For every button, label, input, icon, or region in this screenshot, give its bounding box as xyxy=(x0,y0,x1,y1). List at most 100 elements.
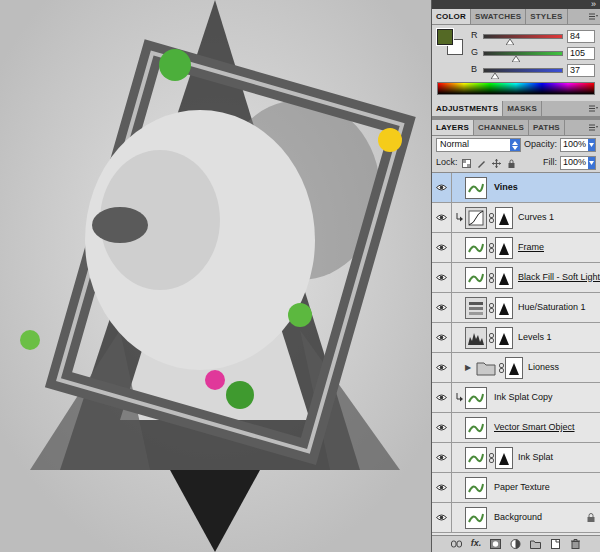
foreground-swatch[interactable] xyxy=(437,29,453,45)
layer-content: ▶ Lioness xyxy=(452,353,600,382)
down-arrow-icon xyxy=(589,143,594,147)
visibility-toggle[interactable] xyxy=(432,353,452,382)
tab-row: ADJUSTMENTSMASKS xyxy=(432,101,600,117)
panel-tab[interactable]: STYLES xyxy=(526,9,567,24)
visibility-toggle[interactable] xyxy=(432,233,452,262)
panel-menu-button[interactable] xyxy=(586,120,600,135)
layer-row[interactable]: Black Fill - Soft Light xyxy=(432,263,600,293)
visibility-toggle[interactable] xyxy=(432,263,452,292)
collapse-button[interactable]: » xyxy=(591,0,596,9)
add-mask-button[interactable] xyxy=(490,539,501,549)
channel-value-field[interactable]: 37 xyxy=(567,64,595,77)
slider-knob[interactable] xyxy=(506,39,514,45)
eye-icon xyxy=(436,454,447,461)
add-mask-icon xyxy=(490,539,501,549)
layer-mask xyxy=(489,237,513,259)
panel-tab[interactable]: CHANNELS xyxy=(474,120,529,135)
layer-row[interactable]: Ink Splat xyxy=(432,443,600,473)
panel-tab[interactable]: MASKS xyxy=(503,101,542,116)
visibility-toggle[interactable] xyxy=(432,443,452,472)
link-layers-button[interactable] xyxy=(451,539,462,549)
layer-name[interactable]: Ink Splat Copy xyxy=(494,391,553,405)
mask-thumbnail-icon xyxy=(495,267,513,289)
new-group-button[interactable] xyxy=(530,539,541,549)
layer-row[interactable]: Vector Smart Object xyxy=(432,413,600,443)
layer-name[interactable]: Background xyxy=(494,511,542,525)
visibility-toggle[interactable] xyxy=(432,383,452,412)
color-slider-row: R84 xyxy=(471,29,595,43)
lock-button[interactable] xyxy=(506,157,518,169)
opacity-field[interactable]: 100% xyxy=(560,138,596,152)
delete-layer-button[interactable] xyxy=(570,539,581,549)
layer-row[interactable]: Ink Splat Copy xyxy=(432,383,600,413)
layer-name[interactable]: Hue/Saturation 1 xyxy=(518,301,583,315)
layer-name[interactable]: Black Fill - Soft Light xyxy=(518,271,583,285)
layer-name[interactable]: Frame xyxy=(518,241,544,255)
panel-menu-button[interactable] xyxy=(586,9,600,24)
channel-value-field[interactable]: 105 xyxy=(567,47,595,60)
layer-name[interactable]: Lioness xyxy=(528,361,559,375)
color-slider-row: G105 xyxy=(471,46,595,60)
blend-mode-dropdown[interactable]: Normal xyxy=(436,138,521,152)
layer-thumbnail xyxy=(465,327,487,349)
channel-value-field[interactable]: 84 xyxy=(567,30,595,43)
slider-track[interactable] xyxy=(483,68,563,73)
visibility-toggle[interactable] xyxy=(432,503,452,532)
layer-row[interactable]: Vines xyxy=(432,173,600,203)
layer-name[interactable]: Paper Texture xyxy=(494,481,550,495)
visibility-toggle[interactable] xyxy=(432,173,452,202)
color-sliders: R84 G105 B37 xyxy=(471,29,595,77)
panel-tab[interactable]: COLOR xyxy=(432,9,471,24)
visibility-toggle[interactable] xyxy=(432,473,452,502)
slider-track[interactable] xyxy=(483,51,563,56)
visibility-toggle[interactable] xyxy=(432,413,452,442)
panel-menu-button[interactable] xyxy=(586,101,600,116)
chain-link-icon xyxy=(489,213,494,223)
slider-track[interactable] xyxy=(483,34,563,39)
color-slider-row: B37 xyxy=(471,63,595,77)
layer-content: Ink Splat xyxy=(452,443,600,472)
layer-name[interactable]: Levels 1 xyxy=(518,331,552,345)
layer-row[interactable]: Frame xyxy=(432,233,600,263)
panel-tab[interactable]: ADJUSTMENTS xyxy=(432,101,503,116)
layer-thumbnail xyxy=(465,237,487,259)
layer-content: Vector Smart Object xyxy=(452,413,600,442)
lock-button[interactable] xyxy=(461,157,473,169)
layer-name[interactable]: Vines xyxy=(494,181,518,195)
fill-arrow[interactable] xyxy=(588,157,595,169)
mask-thumbnail-icon xyxy=(505,357,523,379)
visibility-toggle[interactable] xyxy=(432,203,452,232)
slider-knob[interactable] xyxy=(512,56,520,62)
panel-tab[interactable]: LAYERS xyxy=(432,120,474,135)
layer-name[interactable]: Vector Smart Object xyxy=(494,421,575,435)
new-layer-button[interactable] xyxy=(550,539,561,549)
opacity-arrow[interactable] xyxy=(588,139,595,151)
layer-name[interactable]: Ink Splat xyxy=(518,451,553,465)
layer-row[interactable]: Hue/Saturation 1 xyxy=(432,293,600,323)
eye-icon xyxy=(436,484,447,491)
side-panels: » COLORSWATCHESSTYLES R84 G105 B37 ADJUSTMENT… xyxy=(431,0,600,552)
layer-row[interactable]: Background xyxy=(432,503,600,533)
layer-row[interactable]: Curves 1 xyxy=(432,203,600,233)
lock-button[interactable] xyxy=(491,157,503,169)
layer-row[interactable]: ▶ Lioness xyxy=(432,353,600,383)
panel-tab[interactable]: PATHS xyxy=(529,120,565,135)
add-style-button[interactable]: fx. xyxy=(471,537,482,551)
adjustment-layer-button[interactable] xyxy=(510,539,521,549)
menu-icon xyxy=(589,124,598,131)
slider-knob[interactable] xyxy=(491,73,499,79)
color-ramp[interactable] xyxy=(437,82,595,95)
layer-content: Black Fill - Soft Light xyxy=(452,263,600,292)
lock-pixels-icon xyxy=(477,159,486,168)
layer-name[interactable]: Curves 1 xyxy=(518,211,554,225)
visibility-toggle[interactable] xyxy=(432,323,452,352)
layer-content: Frame xyxy=(452,233,600,262)
layer-row[interactable]: Paper Texture xyxy=(432,473,600,503)
visibility-toggle[interactable] xyxy=(432,293,452,322)
group-thumbnail-icon xyxy=(475,357,497,379)
layer-row[interactable]: Levels 1 xyxy=(432,323,600,353)
lock-button[interactable] xyxy=(476,157,488,169)
fill-field[interactable]: 100% xyxy=(560,156,596,170)
panel-tab[interactable]: SWATCHES xyxy=(471,9,526,24)
group-expander[interactable]: ▶ xyxy=(465,362,473,374)
